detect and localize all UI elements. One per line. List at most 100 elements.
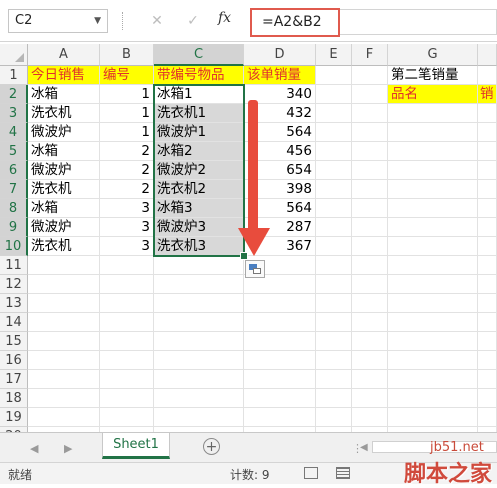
empty-cell[interactable] xyxy=(352,313,388,332)
empty-cell[interactable] xyxy=(388,351,478,370)
empty-cell[interactable] xyxy=(388,408,478,427)
row-header[interactable]: 10 xyxy=(0,237,28,256)
empty-cell[interactable] xyxy=(388,180,478,199)
column-header-d[interactable]: D xyxy=(244,44,316,66)
table-cell[interactable]: 洗衣机1 xyxy=(154,104,244,123)
table-cell[interactable]: 微波炉2 xyxy=(154,161,244,180)
empty-cell[interactable] xyxy=(478,218,497,237)
empty-cell[interactable] xyxy=(478,275,497,294)
table-cell[interactable]: 微波炉 xyxy=(28,123,100,142)
empty-cell[interactable] xyxy=(316,351,352,370)
empty-cell[interactable] xyxy=(352,332,388,351)
empty-cell[interactable] xyxy=(478,332,497,351)
empty-cell[interactable] xyxy=(100,275,154,294)
row-header[interactable]: 2 xyxy=(0,85,28,104)
empty-cell[interactable] xyxy=(316,275,352,294)
scroll-left-icon[interactable]: ◀ xyxy=(30,442,38,455)
empty-cell[interactable] xyxy=(352,370,388,389)
add-sheet-icon[interactable]: + xyxy=(203,438,220,455)
empty-cell[interactable] xyxy=(352,142,388,161)
table-cell[interactable]: 洗衣机 xyxy=(28,104,100,123)
worksheet-grid[interactable]: A B C D E F G 1 2 3 4 5 6 7 8 9 10 11 12… xyxy=(0,44,497,432)
empty-cell[interactable] xyxy=(478,389,497,408)
empty-cell[interactable] xyxy=(100,351,154,370)
empty-cell[interactable] xyxy=(352,66,388,85)
empty-cell[interactable] xyxy=(352,294,388,313)
empty-cell[interactable] xyxy=(478,408,497,427)
empty-cell[interactable] xyxy=(154,370,244,389)
empty-cell[interactable] xyxy=(100,313,154,332)
empty-cell[interactable] xyxy=(244,294,316,313)
empty-cell[interactable] xyxy=(316,408,352,427)
cell-h2[interactable]: 销 xyxy=(478,85,497,104)
auto-fill-options-icon[interactable] xyxy=(245,260,265,278)
empty-cell[interactable] xyxy=(478,161,497,180)
empty-cell[interactable] xyxy=(28,370,100,389)
empty-cell[interactable] xyxy=(316,389,352,408)
cell-b1[interactable]: 编号 xyxy=(100,66,154,85)
empty-cell[interactable] xyxy=(316,256,352,275)
empty-cell[interactable] xyxy=(28,313,100,332)
empty-cell[interactable] xyxy=(388,123,478,142)
chevron-down-icon[interactable]: ▼ xyxy=(94,10,101,32)
row-header[interactable]: 15 xyxy=(0,332,28,351)
column-header-f[interactable]: F xyxy=(352,44,388,66)
empty-cell[interactable] xyxy=(352,218,388,237)
formula-input-extension[interactable] xyxy=(340,9,497,35)
cell-g1[interactable]: 第二笔销量 xyxy=(388,66,478,85)
empty-cell[interactable] xyxy=(154,332,244,351)
empty-cell[interactable] xyxy=(244,370,316,389)
table-cell[interactable]: 微波炉3 xyxy=(154,218,244,237)
empty-cell[interactable] xyxy=(316,161,352,180)
empty-cell[interactable] xyxy=(478,370,497,389)
row-header[interactable]: 4 xyxy=(0,123,28,142)
empty-cell[interactable] xyxy=(478,313,497,332)
empty-cell[interactable] xyxy=(28,351,100,370)
row-header[interactable]: 19 xyxy=(0,408,28,427)
insert-function-button[interactable]: fx xyxy=(218,10,231,26)
empty-cell[interactable] xyxy=(28,408,100,427)
row-header[interactable]: 9 xyxy=(0,218,28,237)
table-cell[interactable]: 冰箱 xyxy=(28,199,100,218)
table-cell[interactable]: 3 xyxy=(100,237,154,256)
empty-cell[interactable] xyxy=(478,351,497,370)
table-cell[interactable]: 1 xyxy=(100,104,154,123)
formula-input[interactable]: =A2&B2 xyxy=(250,8,340,37)
empty-cell[interactable] xyxy=(154,351,244,370)
name-box[interactable]: C2 ▼ xyxy=(8,9,108,33)
empty-cell[interactable] xyxy=(388,389,478,408)
table-cell[interactable]: 2 xyxy=(100,180,154,199)
empty-cell[interactable] xyxy=(478,256,497,275)
row-header[interactable]: 12 xyxy=(0,275,28,294)
row-header[interactable]: 6 xyxy=(0,161,28,180)
row-header[interactable]: 18 xyxy=(0,389,28,408)
table-cell[interactable]: 洗衣机 xyxy=(28,237,100,256)
empty-cell[interactable] xyxy=(352,85,388,104)
empty-cell[interactable] xyxy=(388,313,478,332)
empty-cell[interactable] xyxy=(478,237,497,256)
empty-cell[interactable] xyxy=(352,123,388,142)
row-header[interactable]: 17 xyxy=(0,370,28,389)
row-header[interactable]: 11 xyxy=(0,256,28,275)
empty-cell[interactable] xyxy=(388,161,478,180)
empty-cell[interactable] xyxy=(388,104,478,123)
empty-cell[interactable] xyxy=(100,370,154,389)
empty-cell[interactable] xyxy=(154,256,244,275)
empty-cell[interactable] xyxy=(352,161,388,180)
scroll-right-icon[interactable]: ▶ xyxy=(64,442,72,455)
table-cell[interactable]: 3 xyxy=(100,199,154,218)
empty-cell[interactable] xyxy=(316,66,352,85)
table-cell[interactable]: 3 xyxy=(100,218,154,237)
table-cell[interactable]: 微波炉 xyxy=(28,161,100,180)
empty-cell[interactable] xyxy=(316,104,352,123)
empty-cell[interactable] xyxy=(28,389,100,408)
table-cell[interactable]: 微波炉1 xyxy=(154,123,244,142)
table-cell[interactable]: 洗衣机3 xyxy=(154,237,244,256)
empty-cell[interactable] xyxy=(28,275,100,294)
empty-cell[interactable] xyxy=(316,123,352,142)
empty-cell[interactable] xyxy=(352,199,388,218)
cell-c1[interactable]: 带编号物品 xyxy=(154,66,244,85)
empty-cell[interactable] xyxy=(244,351,316,370)
row-header[interactable]: 5 xyxy=(0,142,28,161)
empty-cell[interactable] xyxy=(316,180,352,199)
